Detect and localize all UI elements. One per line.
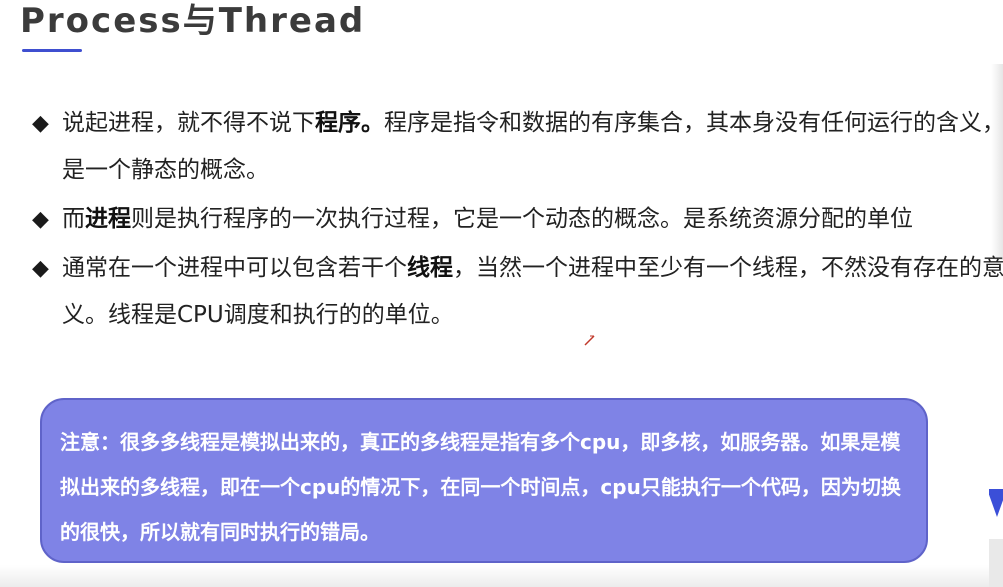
title-underline — [22, 49, 82, 52]
bullet-text-bold: 进程 — [85, 206, 131, 232]
diamond-bullet-icon: ◆ — [32, 207, 49, 232]
diamond-bullet-icon: ◆ — [32, 111, 49, 136]
note-text: 注意：很多多线程是模拟出来的，真正的多线程是指有多个cpu，即多核，如服务器。如… — [60, 430, 901, 544]
diamond-bullet-icon: ◆ — [32, 256, 49, 281]
corner-triangle-icon — [989, 489, 1003, 517]
page-title: Process与Thread — [20, 1, 366, 41]
bullet-text-before: 而 — [62, 206, 85, 232]
bullet-text-before: 说起进程，就不得不说下 — [62, 110, 315, 136]
corner-block — [989, 539, 1003, 587]
bullet-text-bold: 线程 — [407, 255, 453, 281]
slide: Process与Thread ◆ 说起进程，就不得不说下程序。程序是指令和数据的… — [0, 0, 1003, 587]
bullet-item-program: ◆ 说起进程，就不得不说下程序。程序是指令和数据的有序集合，其本身没有任何运行的… — [32, 100, 1003, 194]
pen-cursor-icon — [584, 335, 595, 346]
bullet-text-bold: 程序。 — [315, 110, 384, 136]
bottom-edge-shadow — [0, 565, 1003, 587]
corner-decoration — [989, 489, 1003, 587]
bullet-item-thread: ◆ 通常在一个进程中可以包含若干个线程，当然一个进程中至少有一个线程，不然没有存… — [32, 245, 1003, 339]
bullet-list: ◆ 说起进程，就不得不说下程序。程序是指令和数据的有序集合，其本身没有任何运行的… — [32, 100, 1003, 341]
bullet-item-process: ◆ 而进程则是执行程序的一次执行过程，它是一个动态的概念。是系统资源分配的单位 — [32, 196, 1003, 243]
note-callout: 注意：很多多线程是模拟出来的，真正的多线程是指有多个cpu，即多核，如服务器。如… — [40, 398, 928, 563]
bullet-text-after: 则是执行程序的一次执行过程，它是一个动态的概念。是系统资源分配的单位 — [131, 206, 913, 232]
bullet-text-before: 通常在一个进程中可以包含若干个 — [62, 255, 407, 281]
